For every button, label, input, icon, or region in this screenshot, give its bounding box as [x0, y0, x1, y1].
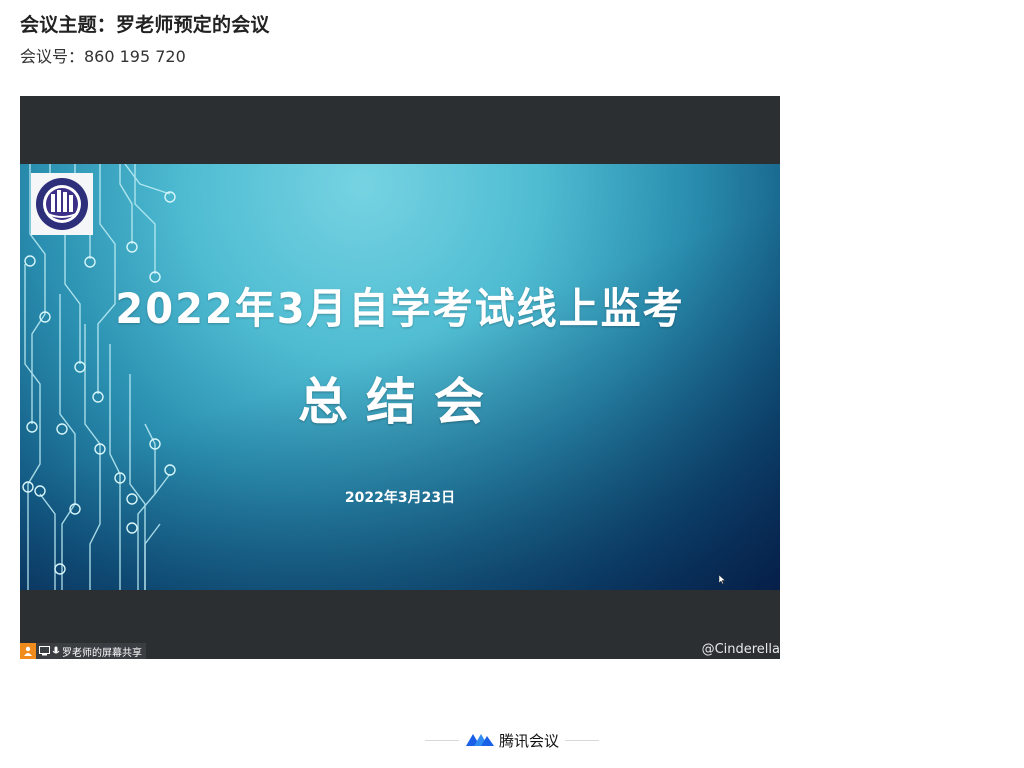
meeting-id: 会议号：860 195 720: [20, 47, 186, 66]
university-logo: [31, 173, 93, 235]
footer-divider-left: [424, 739, 459, 741]
microphone-icon: [52, 646, 60, 654]
slide-date: 2022年3月23日: [344, 490, 456, 506]
footer: 腾讯会议: [0, 728, 1024, 752]
slide-title: 2022年3月自学考试线上监考: [115, 285, 685, 334]
mouse-cursor-icon: [719, 575, 725, 584]
watermark: @Cinderella: [701, 642, 780, 657]
brand-name: 腾讯会议: [498, 731, 559, 750]
presentation-slide: 2022年3月自学考试线上监考 总结会 2022年3月23日: [20, 164, 780, 590]
screen-share-indicator[interactable]: 罗老师的屏幕共享: [20, 643, 146, 659]
meeting-title: 会议主题：罗老师预定的会议: [20, 14, 270, 36]
user-icon: [20, 643, 36, 659]
brand: 腾讯会议: [465, 730, 559, 751]
slide-subtitle: 总结会: [298, 373, 502, 431]
tencent-meeting-logo-icon: [465, 734, 494, 746]
screen-share-view[interactable]: 2022年3月自学考试线上监考 总结会 2022年3月23日 罗老师的屏幕共享: [20, 96, 780, 659]
share-owner-label: 罗老师的屏幕共享: [62, 647, 142, 659]
screen-share-icon: [39, 646, 50, 656]
footer-divider-right: [565, 739, 599, 741]
share-label-container: 罗老师的屏幕共享: [36, 643, 146, 659]
